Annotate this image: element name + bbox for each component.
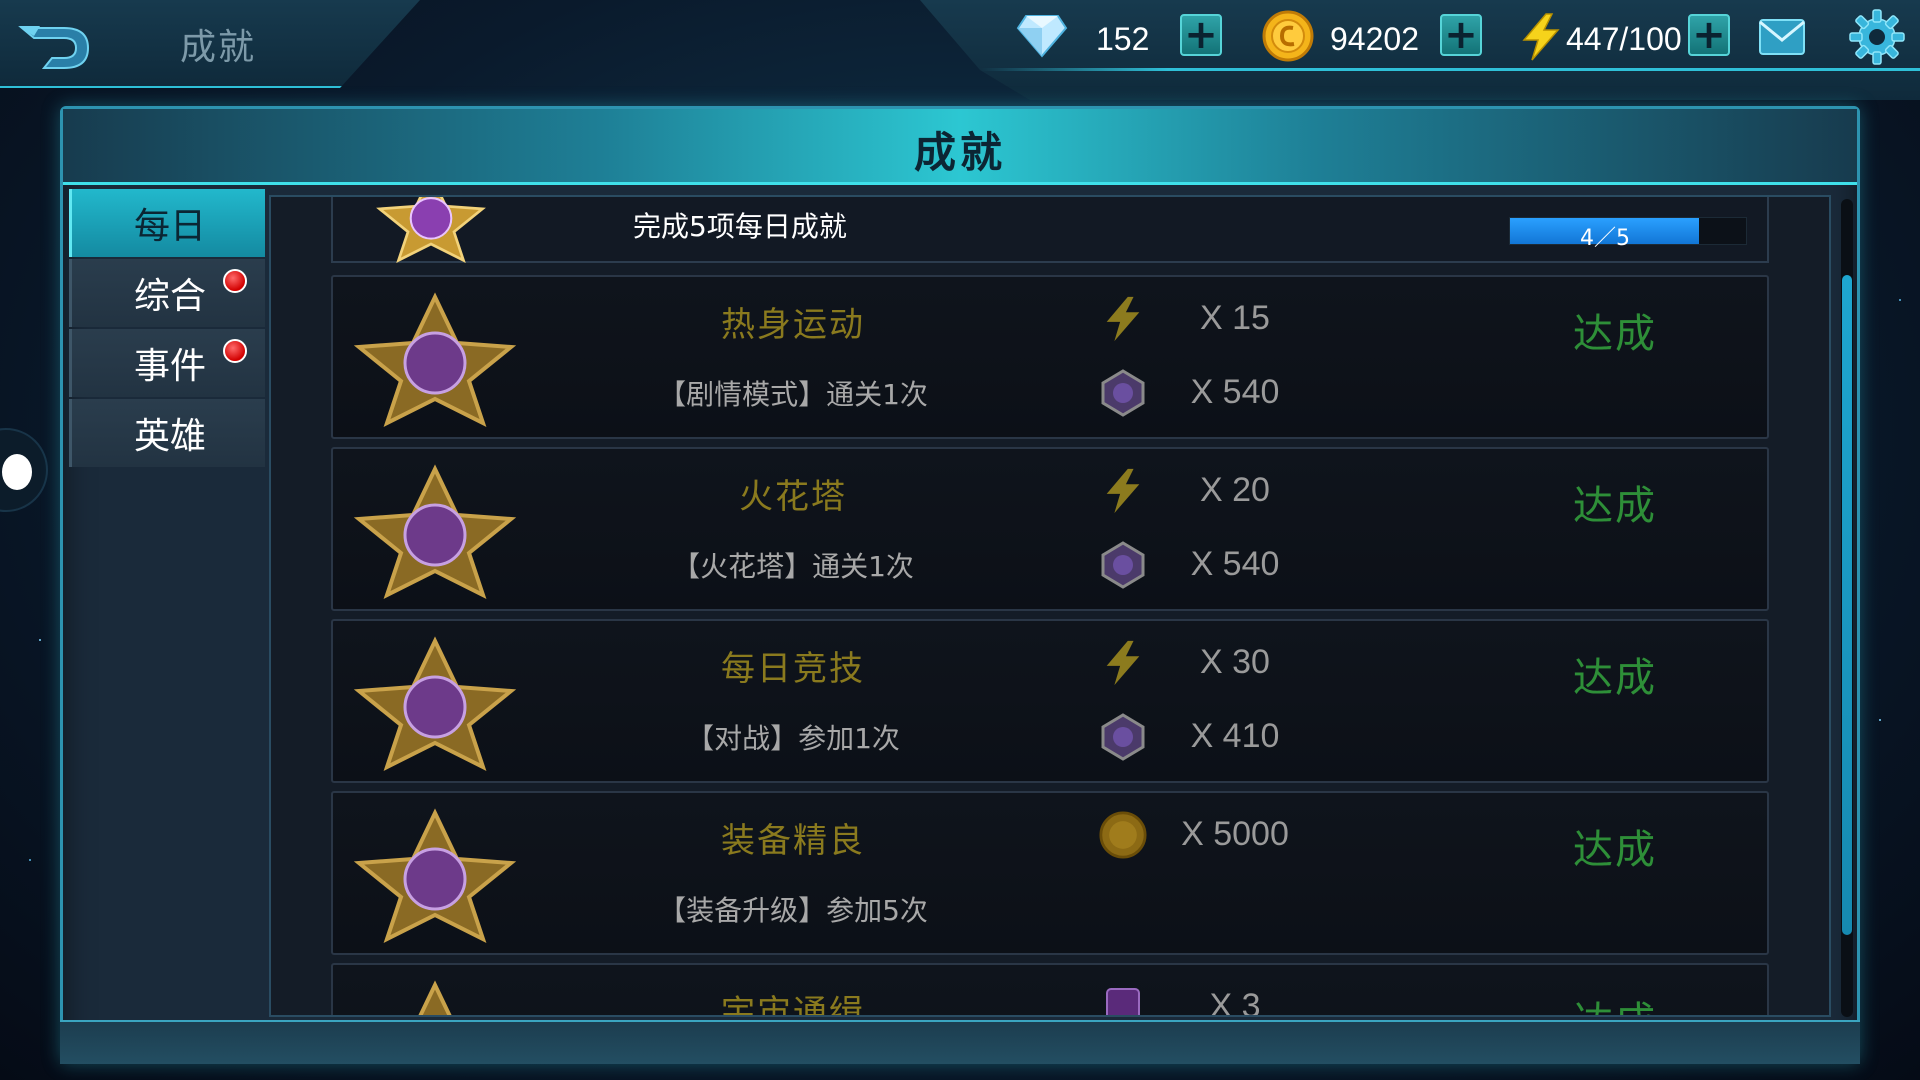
medal-icon [353, 292, 517, 427]
notification-dot-icon [223, 339, 247, 363]
back-arrow-icon [18, 26, 90, 69]
achievement-row[interactable]: 装备精良 【装备升级】参加5次 X 5000 达成 [331, 791, 1769, 955]
achievement-title: 热身运动 [721, 305, 865, 345]
tab-label: 每日 [134, 206, 207, 247]
purple-gem-icon [1101, 713, 1145, 761]
energy-count: 447/100 [1566, 20, 1682, 57]
tab-label: 综合 [134, 276, 207, 317]
summary-text: 完成5项每日成就 [633, 210, 847, 243]
achievement-row[interactable]: 火花塔 【火花塔】通关1次 X 20 X 540 达成 [331, 447, 1769, 611]
panel-header: 成就 [63, 109, 1857, 185]
medal-icon [353, 636, 517, 771]
add-energy-button[interactable]: + [1688, 14, 1730, 56]
achievements-panel: 成就 每日 综合 事件 英雄 完成5项每日成就 4／5 热身运动 【剧情模式】通… [60, 106, 1860, 1064]
medal-icon [353, 464, 517, 599]
achievement-desc: 【装备升级】参加5次 [658, 894, 928, 927]
plus-icon: + [1692, 12, 1726, 58]
energy-icon [1106, 296, 1140, 342]
coin-count: 94202 [1330, 20, 1419, 57]
plus-icon: + [1184, 12, 1218, 58]
daily-summary: 完成5项每日成就 4／5 [331, 197, 1769, 263]
category-tabs: 每日 综合 事件 英雄 [69, 189, 265, 469]
page-title: 成就 [180, 27, 257, 68]
energy-icon [1106, 468, 1140, 514]
mail-icon[interactable] [1758, 18, 1806, 56]
scrollbar-thumb[interactable] [1842, 275, 1852, 935]
progress-bar: 4／5 [1509, 217, 1747, 251]
add-coins-button[interactable]: + [1440, 14, 1482, 56]
status-label: 达成 [1573, 483, 1657, 529]
tab-label: 事件 [134, 346, 207, 387]
tab-label: 英雄 [134, 416, 207, 457]
status-label: 达成 [1573, 989, 1657, 1015]
panel-title: 成就 [913, 128, 1006, 177]
reward-amount: X 15 [1200, 299, 1270, 337]
achievement-row[interactable]: 热身运动 【剧情模式】通关1次 X 15 X 540 达成 [331, 275, 1769, 439]
gem-count: 152 [1096, 20, 1150, 57]
reward-amount: X 540 [1190, 545, 1280, 583]
scroll-icon [1106, 988, 1140, 1015]
reward-amount: X 20 [1200, 471, 1270, 509]
achievement-title: 宇宙通缉 [721, 993, 865, 1017]
achievement-desc: 【火花塔】通关1次 [672, 550, 914, 583]
achievement-desc: 【剧情模式】通关1次 [658, 378, 928, 411]
tab-general[interactable]: 综合 [69, 259, 265, 327]
purple-gem-icon [1101, 541, 1145, 589]
achievement-row[interactable]: 宇宙通缉 X 3 达成 [331, 963, 1769, 1017]
achievement-desc: 【对战】参加1次 [686, 722, 900, 755]
gear-icon[interactable] [1848, 8, 1906, 66]
achievement-title: 装备精良 [721, 821, 865, 861]
reward-amount: X 410 [1190, 717, 1280, 755]
plus-icon: + [1444, 12, 1478, 58]
achievement-title: 每日竞技 [721, 649, 865, 689]
reward-amount: X 5000 [1181, 815, 1289, 853]
reward-amount: X 540 [1190, 373, 1280, 411]
reward-amount: X 3 [1209, 987, 1261, 1017]
top-bar: 成就 152 + 94202 + 447/100 + [0, 0, 1920, 100]
progress-text: 4／5 [1580, 226, 1630, 251]
coin-icon [1099, 811, 1147, 859]
achievement-row[interactable]: 每日竞技 【对战】参加1次 X 30 X 410 达成 [331, 619, 1769, 783]
medal-icon [376, 197, 486, 263]
reward-amount: X 30 [1200, 643, 1270, 681]
side-drawer-handle[interactable] [0, 428, 48, 512]
tab-events[interactable]: 事件 [69, 329, 265, 397]
status-label: 达成 [1573, 311, 1657, 357]
achievement-list[interactable]: 完成5项每日成就 4／5 热身运动 【剧情模式】通关1次 X 15 X 540 … [269, 195, 1831, 1017]
add-gems-button[interactable]: + [1180, 14, 1222, 56]
tab-daily[interactable]: 每日 [69, 189, 265, 257]
status-label: 达成 [1573, 827, 1657, 873]
purple-gem-icon [1101, 369, 1145, 417]
back-button[interactable] [14, 18, 96, 74]
panel-footer-plate [60, 1020, 1860, 1064]
tab-heroes[interactable]: 英雄 [69, 399, 265, 467]
gold-coin-icon [1262, 10, 1314, 62]
medal-icon [418, 980, 452, 1015]
diamond-icon [1016, 15, 1068, 58]
energy-icon [1106, 640, 1140, 686]
lightning-icon [1522, 13, 1560, 61]
achievement-title: 火花塔 [739, 477, 847, 517]
medal-icon [353, 808, 517, 943]
status-label: 达成 [1573, 655, 1657, 701]
notification-dot-icon [223, 269, 247, 293]
